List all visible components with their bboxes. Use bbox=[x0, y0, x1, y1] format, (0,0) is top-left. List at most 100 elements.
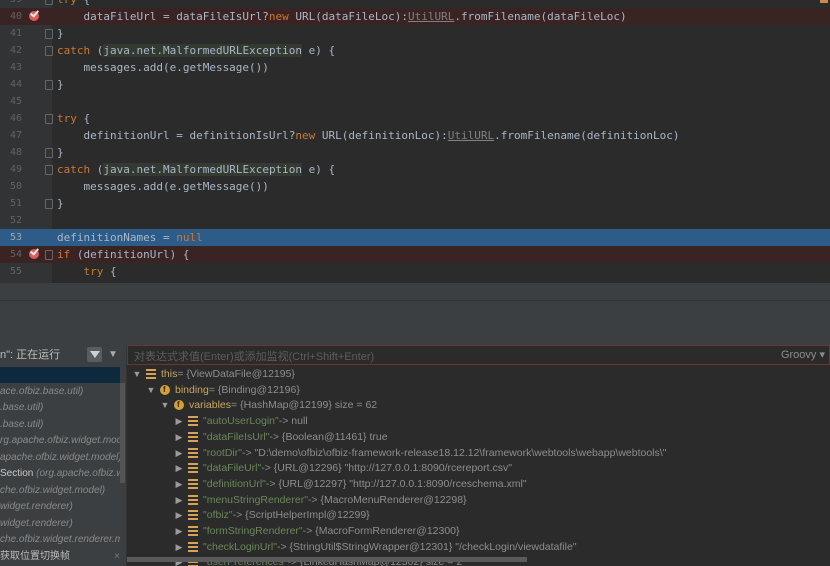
variable-row[interactable]: ▶ "autoUserLogin" -> null bbox=[127, 413, 830, 429]
stack-frame[interactable]: rg.apache.ofbiz.widget.model) bbox=[0, 433, 120, 449]
fold-icon[interactable] bbox=[45, 114, 53, 124]
code-text: catch (java.net.MalformedURLException e)… bbox=[57, 44, 336, 57]
line-number: 52 bbox=[9, 215, 22, 226]
variable-name: "autoUserLogin" bbox=[203, 415, 279, 428]
expand-arrow-icon[interactable]: ▶ bbox=[174, 445, 184, 461]
collapse-arrow-icon[interactable]: ▼ bbox=[146, 382, 156, 398]
variables-tree[interactable]: ▼ this = {ViewDataFile@12195} ▼ binding = {… bbox=[127, 365, 830, 566]
entry-icon bbox=[188, 416, 198, 427]
code-line[interactable]: 55 try { bbox=[0, 263, 830, 280]
fold-icon[interactable] bbox=[45, 250, 53, 260]
code-text: messages.add(e.getMessage()) bbox=[57, 180, 269, 193]
line-number: 40 bbox=[9, 11, 22, 22]
code-line[interactable]: 51} bbox=[0, 195, 830, 212]
stack-frame[interactable]: che.ofbiz.widget.model) bbox=[0, 483, 120, 499]
breakpoint-icon[interactable] bbox=[29, 249, 39, 259]
chevron-down-icon[interactable]: ▼ bbox=[108, 345, 118, 365]
code-line[interactable]: 39 try { bbox=[0, 0, 830, 8]
code-line[interactable]: 49 catch (java.net.MalformedURLException … bbox=[0, 161, 830, 178]
fold-icon[interactable] bbox=[45, 165, 53, 175]
code-line[interactable]: 50 messages.add(e.getMessage()) bbox=[0, 178, 830, 195]
stack-frame[interactable] bbox=[0, 367, 120, 383]
stack-frame[interactable]: Section (org.apache.ofbiz.wi bbox=[0, 466, 120, 482]
stack-frame[interactable]: .base.util) bbox=[0, 400, 120, 416]
variable-row[interactable]: ▶ "dataFileUrl" -> {URL@12296} "http://12… bbox=[127, 460, 830, 476]
line-number: 47 bbox=[9, 130, 22, 141]
code-editor[interactable]: 39try {40 dataFileUrl = dataFileIsUrl?ne… bbox=[0, 0, 830, 283]
expand-arrow-icon[interactable]: ▶ bbox=[174, 507, 184, 523]
variable-name: "definitionUrl" bbox=[203, 477, 266, 490]
variable-value: = {ViewDataFile@12195} bbox=[177, 368, 295, 380]
variable-row[interactable]: ▶ "checkLoginUrl" -> {StringUtil$StringWr… bbox=[127, 539, 830, 555]
variable-row[interactable]: ▶ "rootDir" -> "D:\demo\ofbiz\ofbiz-frame… bbox=[127, 445, 830, 461]
variable-row[interactable]: ▶ "dataFileIsUrl" -> {Boolean@11461} true bbox=[127, 429, 830, 445]
fold-icon[interactable] bbox=[45, 148, 53, 158]
variable-name: "rootDir" bbox=[203, 446, 242, 459]
stack-frame[interactable]: widget.renderer) bbox=[0, 499, 120, 515]
expand-arrow-icon[interactable]: ▶ bbox=[174, 429, 184, 445]
code-line[interactable]: 45 bbox=[0, 93, 830, 110]
code-line[interactable]: 54 if (definitionUrl) { bbox=[0, 246, 830, 263]
stack-frame[interactable]: ace.ofbiz.base.util) bbox=[0, 384, 120, 400]
code-line[interactable]: 44} bbox=[0, 76, 830, 93]
frames-footer: 获取位置切换帧 × bbox=[0, 548, 126, 566]
stack-frame[interactable]: widget.renderer) bbox=[0, 516, 120, 532]
variable-row[interactable]: ▶ "ofbiz" -> {ScriptHelperImpl@12299} bbox=[127, 507, 830, 523]
code-line[interactable]: 46 try { bbox=[0, 110, 830, 127]
expand-arrow-icon[interactable]: ▶ bbox=[174, 492, 184, 508]
field-icon bbox=[160, 382, 170, 398]
collapse-arrow-icon[interactable]: ▼ bbox=[160, 397, 170, 413]
evaluate-expression-input[interactable]: 对表达式求值(Enter)或添加监视(Ctrl+Shift+Enter) Gro… bbox=[127, 345, 830, 365]
entry-icon bbox=[188, 463, 198, 474]
variable-row[interactable]: ▶ "menuStringRenderer" -> {MacroMenuRende… bbox=[127, 492, 830, 508]
variable-value: -> null bbox=[278, 415, 308, 428]
code-line[interactable]: 41} bbox=[0, 25, 830, 42]
close-icon[interactable]: × bbox=[114, 548, 120, 566]
stack-frame[interactable]: apache.ofbiz.widget.model) bbox=[0, 450, 120, 466]
code-line[interactable]: 42 catch (java.net.MalformedURLException … bbox=[0, 42, 830, 59]
code-text: dataFileUrl = dataFileIsUrl?new URL(data… bbox=[57, 10, 627, 23]
frames-scrollbar[interactable] bbox=[120, 383, 125, 483]
code-text: definitionUrl = definitionIsUrl?new URL(… bbox=[57, 129, 680, 142]
thread-selector[interactable]: n": 正在运行 ▼ bbox=[0, 345, 126, 365]
fold-icon[interactable] bbox=[45, 199, 53, 209]
field-icon bbox=[174, 397, 184, 413]
variables-horizontal-scrollbar[interactable] bbox=[127, 557, 527, 562]
editor-status-strip bbox=[0, 283, 830, 300]
entry-icon bbox=[188, 494, 198, 505]
breakpoint-icon[interactable] bbox=[29, 11, 39, 21]
fold-icon[interactable] bbox=[45, 0, 53, 5]
entry-icon bbox=[188, 541, 198, 552]
entry-icon bbox=[146, 369, 156, 379]
expand-arrow-icon[interactable]: ▶ bbox=[174, 460, 184, 476]
collapse-arrow-icon[interactable]: ▼ bbox=[132, 366, 142, 382]
language-selector[interactable]: Groovy ▾ bbox=[781, 348, 825, 361]
fold-icon[interactable] bbox=[45, 80, 53, 90]
filter-icon[interactable] bbox=[87, 347, 102, 362]
variable-row[interactable]: ▼ binding = {Binding@12196} bbox=[127, 382, 830, 398]
variable-row[interactable]: ▼ this = {ViewDataFile@12195} bbox=[127, 366, 830, 382]
expand-arrow-icon[interactable]: ▶ bbox=[174, 539, 184, 555]
code-line[interactable]: 43 messages.add(e.getMessage()) bbox=[0, 59, 830, 76]
stack-frame[interactable]: che.ofbiz.widget.renderer.ma bbox=[0, 532, 120, 548]
code-line[interactable]: 52 bbox=[0, 212, 830, 229]
code-line[interactable]: 47 definitionUrl = definitionIsUrl?new U… bbox=[0, 127, 830, 144]
variable-row[interactable]: ▶ "formStringRenderer" -> {MacroFormRende… bbox=[127, 523, 830, 539]
stack-frame[interactable]: .base.util) bbox=[0, 417, 120, 433]
variable-row[interactable]: ▶ "definitionUrl" -> {URL@12297} "http://… bbox=[127, 476, 830, 492]
code-line[interactable]: 53 definitionNames = null bbox=[0, 229, 830, 246]
expand-arrow-icon[interactable]: ▶ bbox=[174, 413, 184, 429]
variable-name: "formStringRenderer" bbox=[203, 525, 303, 537]
frames-panel: n": 正在运行 ▼ ace.ofbiz.base.util) .base.uti… bbox=[0, 345, 127, 566]
expand-arrow-icon[interactable]: ▶ bbox=[174, 523, 184, 539]
expand-arrow-icon[interactable]: ▶ bbox=[174, 476, 184, 492]
variable-value: -> {Boolean@11461} true bbox=[269, 430, 388, 443]
fold-icon[interactable] bbox=[45, 46, 53, 56]
code-line[interactable]: 48} bbox=[0, 144, 830, 161]
line-number: 42 bbox=[9, 45, 22, 56]
editor-scrollbar[interactable] bbox=[818, 0, 830, 283]
variable-row[interactable]: ▼ variables = {HashMap@12199} size = 62 bbox=[127, 397, 830, 413]
line-number: 50 bbox=[9, 181, 22, 192]
fold-icon[interactable] bbox=[45, 29, 53, 39]
code-line[interactable]: 40 dataFileUrl = dataFileIsUrl?new URL(d… bbox=[0, 8, 830, 25]
